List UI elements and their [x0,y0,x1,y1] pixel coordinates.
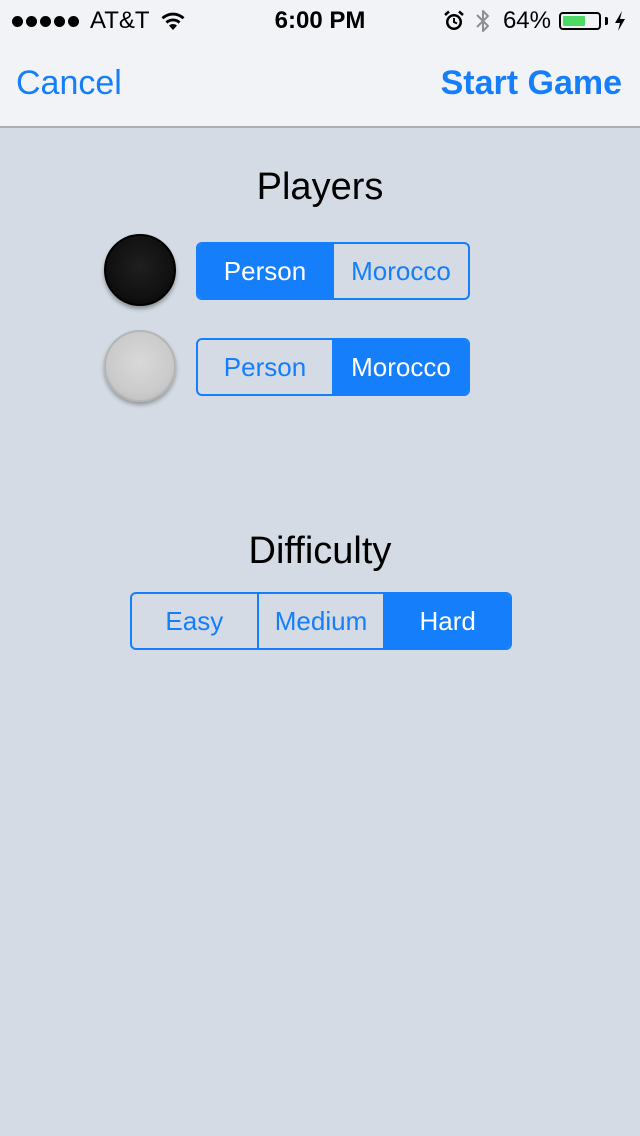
battery-icon [559,12,601,30]
difficulty-hard-segment[interactable]: Hard [383,594,510,648]
battery-percentage: 64% [502,7,551,34]
status-right: 64% [443,7,626,35]
difficulty-medium-segment[interactable]: Medium [256,594,384,648]
status-bar: AT&T 6:00 PM 64% [0,0,640,40]
alarm-icon [444,10,464,30]
player-1-person-segment[interactable]: Person [198,244,332,298]
bluetooth-icon [476,10,489,32]
difficulty-easy-segment[interactable]: Easy [132,594,257,648]
player-1-morocco-segment[interactable]: Morocco [332,244,468,298]
difficulty-control[interactable]: Easy Medium Hard [130,592,512,650]
players-title: Players [256,166,384,208]
white-piece-icon [104,330,176,402]
player-2-type-control[interactable]: Person Morocco [196,338,470,396]
player-2-person-segment[interactable]: Person [198,340,332,394]
battery-nub [605,17,608,25]
charging-icon [615,11,625,31]
start-game-button[interactable]: Start Game [441,64,622,103]
navigation-bar: AT&T 6:00 PM 64% Cancel Start Game [0,0,640,128]
player-2-morocco-segment[interactable]: Morocco [332,340,468,394]
black-piece-icon [104,234,176,306]
battery-fill [563,16,585,26]
difficulty-title: Difficulty [248,530,392,572]
cancel-button[interactable]: Cancel [16,64,122,103]
player-1-type-control[interactable]: Person Morocco [196,242,470,300]
